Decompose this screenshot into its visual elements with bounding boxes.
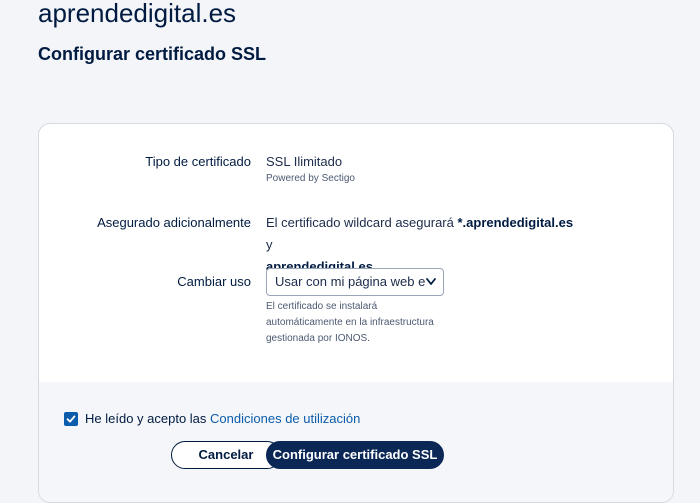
secured-label: Asegurado adicionalmente [97,215,251,230]
chevron-down-icon [426,278,436,285]
cert-type-label: Tipo de certificado [145,154,251,169]
usage-hint-line: automáticamente en la infraestructura [266,317,434,328]
card-footer: He leído y acepto las Condiciones de uti… [39,382,673,502]
secured-text-and: y [266,237,273,252]
cert-type-value: SSL Ilimitado [266,154,343,169]
ssl-config-card: Tipo de certificado SSL Ilimitado Powere… [38,123,674,503]
accept-terms-text: He leído y acepto las [85,411,211,426]
usage-select[interactable]: Usar con mi página web en IONOS [266,268,444,296]
cert-type-hint: Powered by Sectigo [266,173,355,184]
usage-hint-line: El certificado se instalará [266,301,378,312]
usage-label: Cambiar uso [177,274,251,289]
usage-hint: El certificado se instalará automáticame… [266,299,496,347]
cancel-button[interactable]: Cancelar [171,441,281,469]
cert-type-value-group: SSL Ilimitado Powered by Sectigo [266,151,576,187]
checkmark-icon [66,415,76,423]
accept-terms-label: He leído y acepto las Condiciones de uti… [85,409,360,429]
secured-text-before: El certificado wildcard asegurará [266,215,458,230]
terms-link[interactable]: Condiciones de utilización [210,411,360,426]
usage-select-value: Usar con mi página web en IONOS [275,274,425,289]
configure-ssl-button[interactable]: Configurar certificado SSL [266,441,444,469]
page-subtitle: Configurar certificado SSL [38,44,267,64]
domain-title: aprendedigital.es [38,0,237,28]
wildcard-domain: *.aprendedigital.es [457,215,574,230]
usage-hint-line: gestionada por IONOS. [266,333,370,344]
accept-terms-checkbox[interactable] [64,412,78,426]
